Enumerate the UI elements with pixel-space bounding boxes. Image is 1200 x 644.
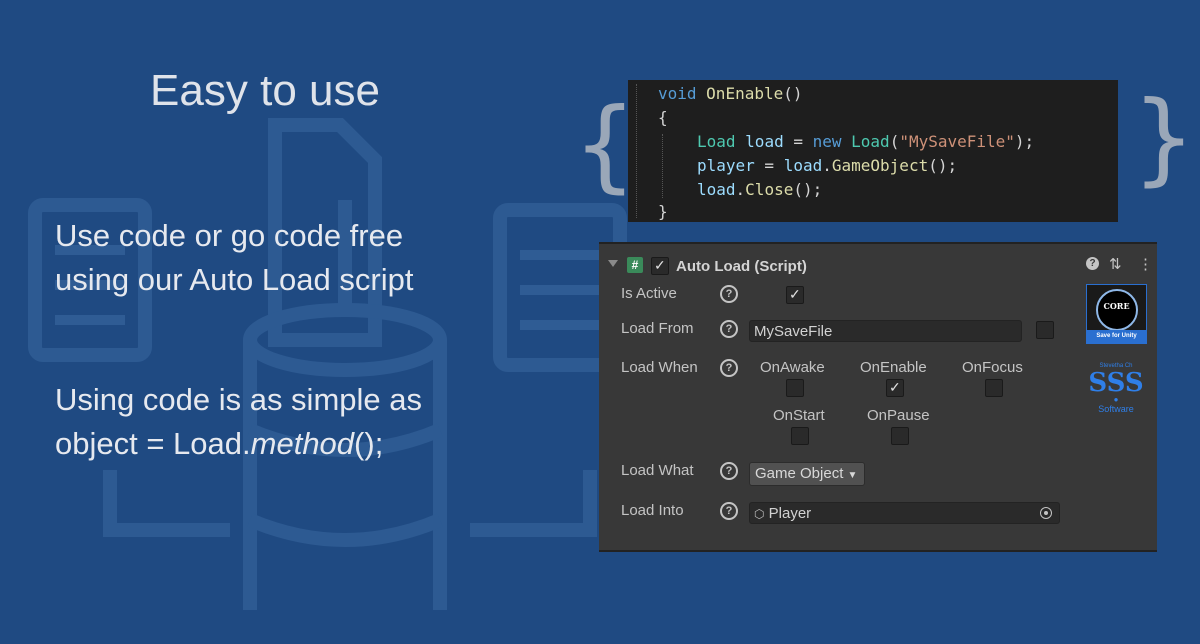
code-suffix: (); <box>354 426 384 461</box>
component-title: Auto Load (Script) <box>676 258 807 275</box>
is-active-label: Is Active <box>621 285 677 302</box>
chevron-down-icon: ▼ <box>847 470 858 481</box>
more-menu-icon[interactable]: ⋮ <box>1138 255 1153 273</box>
sss-logo-bottom: Software <box>1098 404 1134 414</box>
core-logo-caption: Save for Unity <box>1087 330 1146 343</box>
load-from-label: Load From <box>621 320 694 337</box>
paragraph-line: Use code or go code free <box>55 218 404 253</box>
load-into-object-field[interactable]: ⬡ Player <box>749 502 1060 524</box>
onawake-label: OnAwake <box>760 359 825 376</box>
paragraph-line: object = Load.method(); <box>55 422 422 466</box>
load-when-help-icon[interactable]: ? <box>720 359 738 377</box>
load-into-label: Load Into <box>621 502 684 519</box>
script-icon: # <box>627 257 643 273</box>
load-what-value: Game Object <box>755 465 844 482</box>
paragraph-line: Using code is as simple as <box>55 382 422 417</box>
paragraph-using-code: Using code is as simple as object = Load… <box>55 378 422 466</box>
sss-logo-main: SSS <box>1088 368 1144 398</box>
paragraph-auto-load: Use code or go code free using our Auto … <box>55 214 413 302</box>
load-what-label: Load What <box>621 462 694 479</box>
code-line-6: } <box>658 202 668 221</box>
code-line-1: void OnEnable() <box>658 84 803 103</box>
presets-icon[interactable]: ⇅ <box>1109 255 1122 273</box>
core-logo: CORE Save for Unity <box>1086 284 1147 344</box>
load-from-help-icon[interactable]: ? <box>720 320 738 338</box>
close-brace: } <box>1132 79 1196 196</box>
code-line-3: Load load = new Load("MySaveFile"); <box>697 132 1035 151</box>
indent-guide <box>662 134 663 198</box>
code-snippet: void OnEnable() { Load load = new Load("… <box>628 80 1118 222</box>
load-what-help-icon[interactable]: ? <box>720 462 738 480</box>
fold-guide <box>636 84 637 218</box>
foldout-arrow-icon[interactable] <box>608 260 618 267</box>
slide-title: Easy to use <box>150 66 380 115</box>
help-icon[interactable]: ? <box>1086 257 1099 270</box>
sss-software-logo: Stevetha Ch SSS ● Software <box>1086 362 1146 414</box>
is-active-checkbox[interactable] <box>786 286 804 304</box>
code-line-5: load.Close(); <box>697 180 823 199</box>
load-what-dropdown[interactable]: Game Object ▼ <box>749 462 865 486</box>
load-into-value: Player <box>768 505 812 522</box>
onstart-label: OnStart <box>773 407 825 424</box>
inspector-component-panel: # Auto Load (Script) ? ⇅ ⋮ Is Active ? L… <box>599 242 1157 552</box>
load-when-label: Load When <box>621 359 698 376</box>
load-into-help-icon[interactable]: ? <box>720 502 738 520</box>
code-line-2: { <box>658 108 668 127</box>
object-picker-icon[interactable] <box>1040 507 1052 519</box>
onawake-checkbox[interactable] <box>786 379 804 397</box>
onstart-checkbox[interactable] <box>791 427 809 445</box>
onfocus-checkbox[interactable] <box>985 379 1003 397</box>
onenable-label: OnEnable <box>860 359 927 376</box>
onenable-checkbox[interactable] <box>886 379 904 397</box>
code-prefix: object = Load. <box>55 426 251 461</box>
method-word: method <box>250 426 355 461</box>
onpause-label: OnPause <box>867 407 930 424</box>
gameobject-cube-icon: ⬡ <box>754 507 765 521</box>
component-enabled-checkbox[interactable] <box>651 257 669 275</box>
load-from-field[interactable]: MySaveFile <box>749 320 1022 342</box>
load-from-toggle-checkbox[interactable] <box>1036 321 1054 339</box>
code-line-4: player = load.GameObject(); <box>697 156 958 175</box>
onfocus-label: OnFocus <box>962 359 1023 376</box>
paragraph-line: using our Auto Load script <box>55 262 414 297</box>
is-active-help-icon[interactable]: ? <box>720 285 738 303</box>
onpause-checkbox[interactable] <box>891 427 909 445</box>
core-logo-text: CORE <box>1103 301 1130 311</box>
